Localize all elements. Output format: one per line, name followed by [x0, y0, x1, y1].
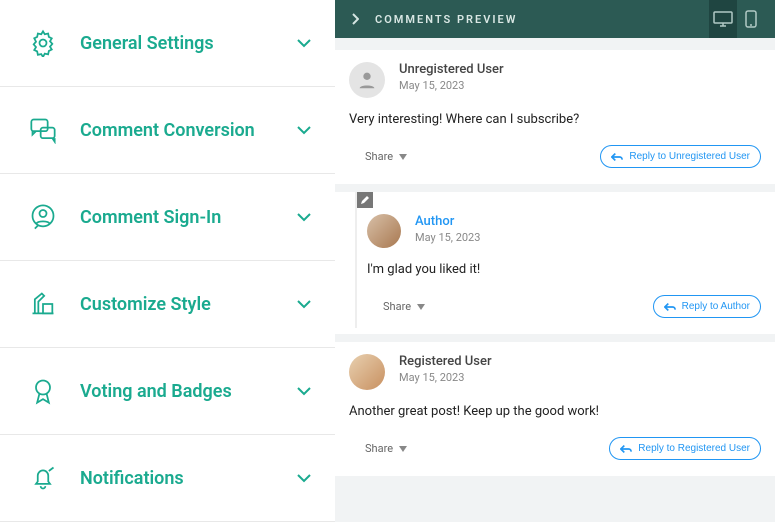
comment: Registered User May 15, 2023 Another gre…	[335, 342, 775, 476]
comment-body: Very interesting! Where can I subscribe?	[349, 112, 761, 127]
avatar	[349, 62, 385, 98]
gear-icon	[28, 28, 58, 58]
preview-panel: COMMENTS PREVIEW Unregistered User May 1…	[335, 0, 775, 522]
chevron-down-icon	[297, 471, 311, 485]
comment-date: May 15, 2023	[399, 371, 492, 384]
comment-user: Unregistered User	[399, 62, 504, 77]
share-dropdown[interactable]: Share	[365, 442, 407, 455]
reply-button[interactable]: Reply to Author	[653, 295, 761, 318]
sidebar-label: General Settings	[80, 33, 297, 54]
sidebar-item-comment-conversion[interactable]: Comment Conversion	[0, 87, 335, 174]
comment-date: May 15, 2023	[415, 231, 480, 244]
chevron-down-icon	[297, 210, 311, 224]
chevron-down-icon	[297, 384, 311, 398]
share-dropdown[interactable]: Share	[365, 150, 407, 163]
comment: Unregistered User May 15, 2023 Very inte…	[335, 50, 775, 184]
chevron-down-icon	[297, 36, 311, 50]
reply-label: Reply to Registered User	[638, 443, 750, 454]
share-label: Share	[365, 442, 393, 455]
preview-title: COMMENTS PREVIEW	[375, 13, 517, 26]
comment-user: Registered User	[399, 354, 492, 369]
comment-reply: Author May 15, 2023 I'm glad you liked i…	[335, 192, 775, 334]
comment-body: I'm glad you liked it!	[367, 262, 761, 277]
share-label: Share	[383, 300, 411, 313]
share-label: Share	[365, 150, 393, 163]
reply-label: Reply to Unregistered User	[629, 151, 750, 162]
sidebar-item-customize-style[interactable]: Customize Style	[0, 261, 335, 348]
sidebar-label: Customize Style	[80, 294, 297, 315]
reply-label: Reply to Author	[682, 301, 750, 312]
sidebar-item-general-settings[interactable]: General Settings	[0, 0, 335, 87]
sidebar-item-comment-signin[interactable]: Comment Sign-In	[0, 174, 335, 261]
user-bubble-icon	[28, 202, 58, 232]
sidebar-label: Comment Conversion	[80, 120, 297, 141]
avatar	[349, 354, 385, 390]
share-dropdown[interactable]: Share	[383, 300, 425, 313]
sidebar-item-notifications[interactable]: Notifications	[0, 435, 335, 522]
desktop-view-icon[interactable]	[709, 0, 737, 38]
caret-down-icon	[417, 300, 425, 313]
bell-icon	[28, 463, 58, 493]
palette-icon	[28, 289, 58, 319]
sidebar-label: Voting and Badges	[80, 381, 297, 402]
comment-body: Another great post! Keep up the good wor…	[349, 404, 761, 419]
edit-icon	[357, 192, 373, 208]
comment-user[interactable]: Author	[415, 214, 480, 229]
badge-icon	[28, 376, 58, 406]
sidebar-item-voting-badges[interactable]: Voting and Badges	[0, 348, 335, 435]
caret-down-icon	[399, 150, 407, 163]
collapse-toggle[interactable]	[345, 13, 365, 25]
chevron-down-icon	[297, 123, 311, 137]
preview-body: Unregistered User May 15, 2023 Very inte…	[335, 38, 775, 522]
mobile-view-icon[interactable]	[737, 0, 765, 38]
comment-date: May 15, 2023	[399, 79, 504, 92]
sidebar-label: Comment Sign-In	[80, 207, 297, 228]
reply-button[interactable]: Reply to Registered User	[609, 437, 761, 460]
chevron-down-icon	[297, 297, 311, 311]
sidebar-label: Notifications	[80, 468, 297, 489]
preview-header: COMMENTS PREVIEW	[335, 0, 775, 38]
avatar	[367, 214, 401, 248]
sidebar: General Settings Comment Conversion Comm…	[0, 0, 335, 522]
caret-down-icon	[399, 442, 407, 455]
reply-button[interactable]: Reply to Unregistered User	[600, 145, 761, 168]
chat-convert-icon	[28, 115, 58, 145]
